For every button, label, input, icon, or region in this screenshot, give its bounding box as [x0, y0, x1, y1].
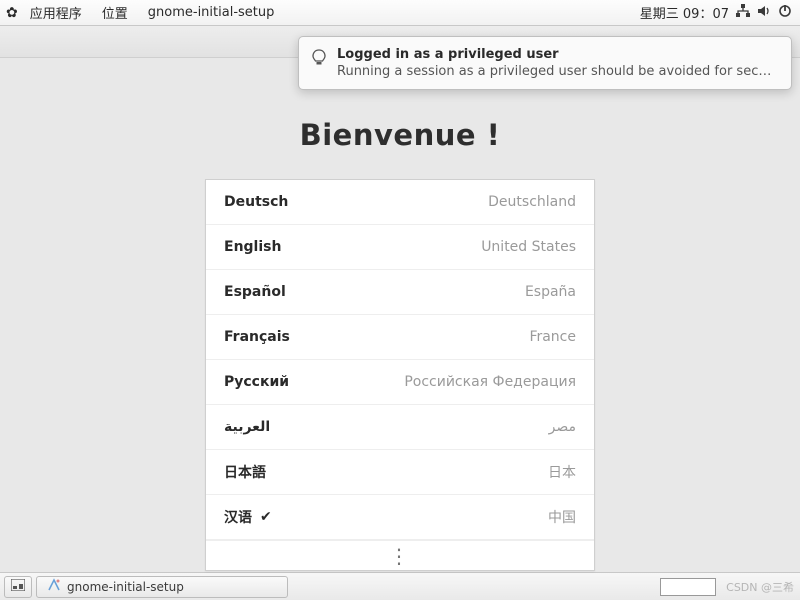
language-region: France [529, 329, 576, 345]
menu-app-name[interactable]: gnome-initial-setup [138, 0, 285, 25]
language-row-de[interactable]: Deutsch Deutschland [206, 180, 594, 225]
status-area: 星期三 09：07 [640, 3, 800, 22]
check-icon: ✔ [260, 509, 272, 525]
language-region: مصر [549, 419, 576, 435]
language-list: Deutsch Deutschland English United State… [205, 179, 595, 571]
language-region: United States [481, 239, 576, 255]
language-name: Русский [224, 374, 289, 390]
language-region: Российская Федерация [404, 374, 576, 390]
desktop-area: Logged in as a privileged user Running a… [0, 26, 800, 572]
menu-places[interactable]: 位置 [92, 0, 138, 25]
app-icon [47, 578, 61, 595]
language-row-ar[interactable]: العربية مصر [206, 405, 594, 450]
language-name: 日本語 [224, 462, 266, 482]
notification-body: Logged in as a privileged user Running a… [337, 47, 777, 79]
lightbulb-icon [311, 49, 327, 71]
notification-popup[interactable]: Logged in as a privileged user Running a… [298, 36, 792, 90]
language-name: Français [224, 329, 290, 345]
clock-label[interactable]: 星期三 09：07 [640, 3, 729, 22]
taskbar-item-gnome-initial-setup[interactable]: gnome-initial-setup [36, 576, 288, 598]
language-name: Español [224, 284, 286, 300]
language-name: 汉语 ✔ [224, 507, 272, 527]
language-row-zh[interactable]: 汉语 ✔ 中国 [206, 495, 594, 540]
taskbar-item-label: gnome-initial-setup [67, 580, 184, 594]
notification-title: Logged in as a privileged user [337, 47, 777, 62]
notification-detail: Running a session as a privileged user s… [337, 64, 777, 79]
bottom-panel: gnome-initial-setup CSDN @三希 [0, 572, 800, 600]
desktop-icon [11, 579, 25, 594]
language-name: Deutsch [224, 194, 288, 210]
language-row-en[interactable]: English United States [206, 225, 594, 270]
language-region: Deutschland [488, 194, 576, 210]
tray-rect[interactable] [660, 578, 716, 596]
language-region: España [525, 284, 576, 300]
language-name: English [224, 239, 281, 255]
page-title: Bienvenue ! [0, 118, 800, 152]
show-desktop-button[interactable] [4, 576, 32, 598]
language-name: العربية [224, 419, 270, 435]
watermark-label: CSDN @三希 [726, 579, 794, 595]
menu-applications[interactable]: 应用程序 [20, 0, 92, 25]
language-row-ru[interactable]: Русский Российская Федерация [206, 360, 594, 405]
network-icon[interactable] [735, 4, 751, 22]
power-icon[interactable] [778, 4, 792, 22]
language-name-text: 汉语 [224, 507, 252, 527]
volume-icon[interactable] [757, 4, 772, 22]
language-more-button[interactable]: ⋮ [206, 540, 594, 570]
language-region: 中国 [548, 507, 576, 527]
activities-icon[interactable]: ✿ [6, 5, 18, 21]
language-row-fr[interactable]: Français France [206, 315, 594, 360]
language-row-ja[interactable]: 日本語 日本 [206, 450, 594, 495]
language-row-es[interactable]: Español España [206, 270, 594, 315]
top-panel: ✿ 应用程序 位置 gnome-initial-setup 星期三 09：07 [0, 0, 800, 26]
language-region: 日本 [548, 462, 576, 482]
